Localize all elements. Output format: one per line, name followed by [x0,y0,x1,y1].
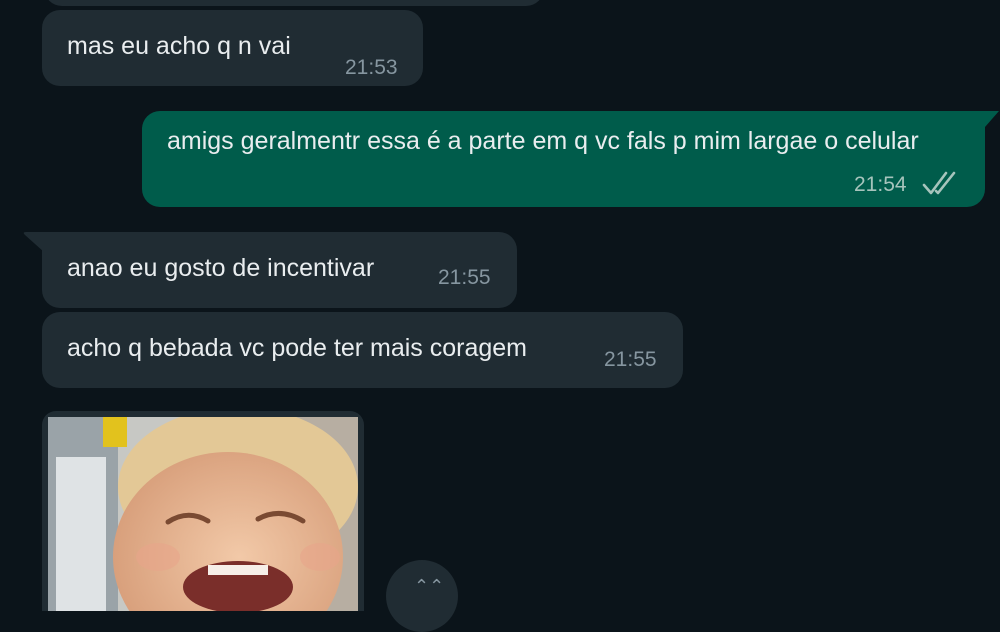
message-text: acho q bebada vc pode ter mais coragem [67,334,527,362]
message-text: anao eu gosto de incentivar [67,254,375,282]
message-time: 21:55 [438,266,491,289]
message-time: 21:53 [345,56,398,79]
message-bubble-incoming[interactable]: mas eu acho q n vai 21:53 [42,10,423,86]
bubble-tail [983,111,999,129]
message-bubble-cut-off[interactable] [44,0,544,6]
message-bubble-incoming[interactable]: anao eu gosto de incentivar 21:55 [42,232,517,308]
message-time: 21:55 [604,348,657,371]
message-text: amigs geralmentr essa é a parte em q vc … [167,127,919,155]
laughing-toddler-photo[interactable] [48,417,358,611]
message-text: mas eu acho q n vai [67,32,291,60]
bubble-tail [23,232,44,252]
message-time: 21:54 [854,173,907,196]
double-check-icon [922,171,956,195]
forward-button[interactable]: ⌃⌃ [386,560,458,632]
message-bubble-incoming[interactable]: acho q bebada vc pode ter mais coragem 2… [42,312,683,388]
message-bubble-outgoing[interactable]: amigs geralmentr essa é a parte em q vc … [142,111,985,207]
message-bubble-image[interactable] [42,411,364,611]
